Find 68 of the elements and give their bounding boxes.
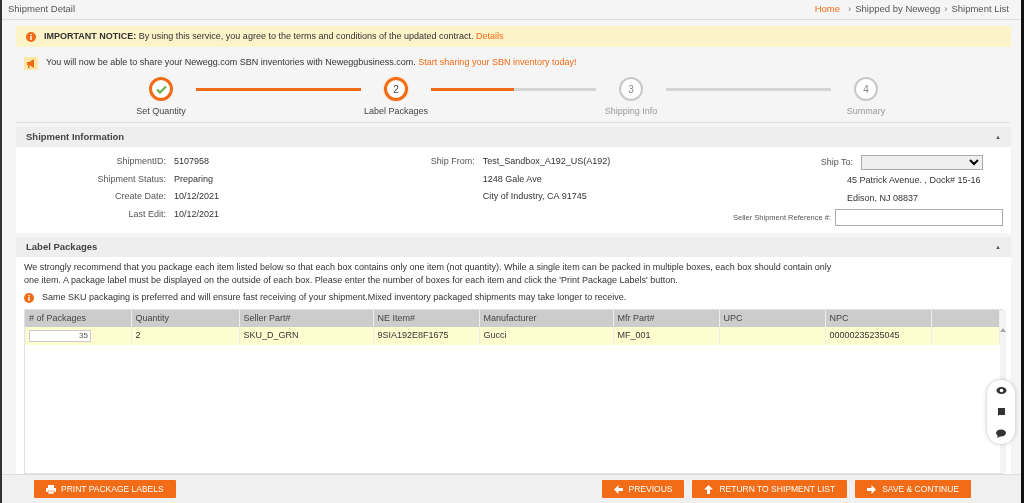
details-link[interactable]: Details (476, 30, 504, 41)
field-value: 10/12/2021 (174, 207, 220, 221)
breadcrumb-item[interactable]: Home (814, 2, 841, 17)
column-header: Seller Part# (239, 309, 373, 328)
hint-text: Same SKU packaging is preferred and will ensure fast receiving of your shipment.Mixed inventory packaged shipments may take longer to receive. (42, 291, 627, 305)
step-number: 2 (393, 82, 399, 97)
ship-to-select[interactable] (861, 155, 983, 170)
column-header: UPC (719, 309, 825, 328)
field-label: ShipmentID: (115, 155, 166, 168)
chat-bubble-icon (996, 429, 1006, 438)
table-cell: 2 (135, 330, 141, 341)
page-title: Shipment Detail (8, 2, 76, 17)
info-icon (26, 31, 36, 42)
section-title: Shipment Information (26, 129, 125, 144)
sharing-link[interactable]: Start sharing your SBN inventory today! (418, 57, 577, 68)
up-arrow-icon (704, 484, 715, 494)
address-line: Test_Sandbox_A192_US(A192) (482, 155, 611, 168)
column-header: # of Packages (25, 309, 131, 328)
step-label: Set Quantity (136, 105, 186, 118)
column-header: Manufacturer (479, 309, 613, 328)
field-value: 5107958 (174, 155, 210, 168)
table-cell: 00000235235045 (829, 330, 900, 341)
announcement-text: You will now be able to share your Newegg.com SBN inventories with Neweggbusiness.com. Start sharing your SBN inventory today! (46, 56, 577, 70)
field-value: 10/12/2021 (174, 190, 220, 203)
reference-field[interactable] (835, 209, 1003, 226)
table-cell: SKU_D_GRN (243, 330, 299, 341)
step-label: Summary (846, 105, 886, 118)
field-label: Ship To: (819, 155, 853, 169)
field-value: Preparing (174, 172, 214, 186)
address-line: City of Industry, CA 91745 (482, 190, 588, 203)
action-button[interactable]: PRINT PACKAGE LABELS (34, 480, 176, 498)
left-arrow-icon (613, 484, 624, 494)
column-header: Mfr Part# (613, 309, 719, 328)
field-label: Shipment Status: (96, 172, 166, 186)
megaphone-icon (24, 56, 38, 70)
address-line: Edison, NJ 08837 (847, 191, 920, 205)
info-icon (24, 292, 34, 303)
step-label: Label Packages (363, 105, 428, 118)
column-header: Quantity (131, 309, 239, 328)
breadcrumb-item: Shipment List (951, 2, 1009, 17)
field-label: Last Edit: (127, 207, 166, 221)
column-header: NE Item# (373, 309, 479, 328)
address-line: 1248 Gale Ave (482, 172, 543, 186)
breadcrumb-separator: › (848, 2, 852, 17)
scroll-up-arrow-icon (999, 327, 1006, 332)
step-number: 4 (863, 82, 869, 97)
right-arrow-icon (867, 484, 878, 494)
breadcrumb-item: Shipped by Newegg (855, 2, 941, 17)
action-button[interactable]: SAVE & CONTINUE (855, 480, 971, 498)
step-number: 3 (628, 82, 634, 97)
column-header: NPC (825, 309, 931, 328)
field-label: Create Date: (113, 190, 166, 203)
packages-field[interactable]: 35 (29, 330, 91, 343)
address-line: 45 Patrick Avenue. , Dock# 15-16 (847, 174, 982, 187)
action-button[interactable]: RETURN TO SHIPMENT LIST (692, 480, 848, 498)
notice-text: IMPORTANT NOTICE: By using this service, you agree to the terms and conditions of the updated contract. Details (44, 29, 504, 43)
field-label: Ship From: (429, 155, 475, 168)
step-label: Shipping Info (604, 105, 658, 118)
table-cell: MF_001 (617, 330, 651, 341)
table-cell: 9SIA192E8F1675 (377, 330, 449, 341)
eye-icon (995, 386, 1007, 395)
breadcrumb-separator: › (944, 2, 948, 17)
description-text: We strongly recommend that you package each item listed below so that each box contains only one item (not quantity). While a single item can be packed in multiple boxes, each box should contain only one item. A package label must be displayed on the outside of each box. Please enter the number of boxes for each item and click the 'Print Package Labels' button. (24, 261, 833, 288)
action-button[interactable]: PREVIOUS (601, 480, 685, 498)
section-title: Label Packages (26, 239, 98, 254)
check-icon (155, 84, 167, 94)
printer-icon (46, 484, 56, 494)
table-cell: Gucci (483, 330, 507, 341)
